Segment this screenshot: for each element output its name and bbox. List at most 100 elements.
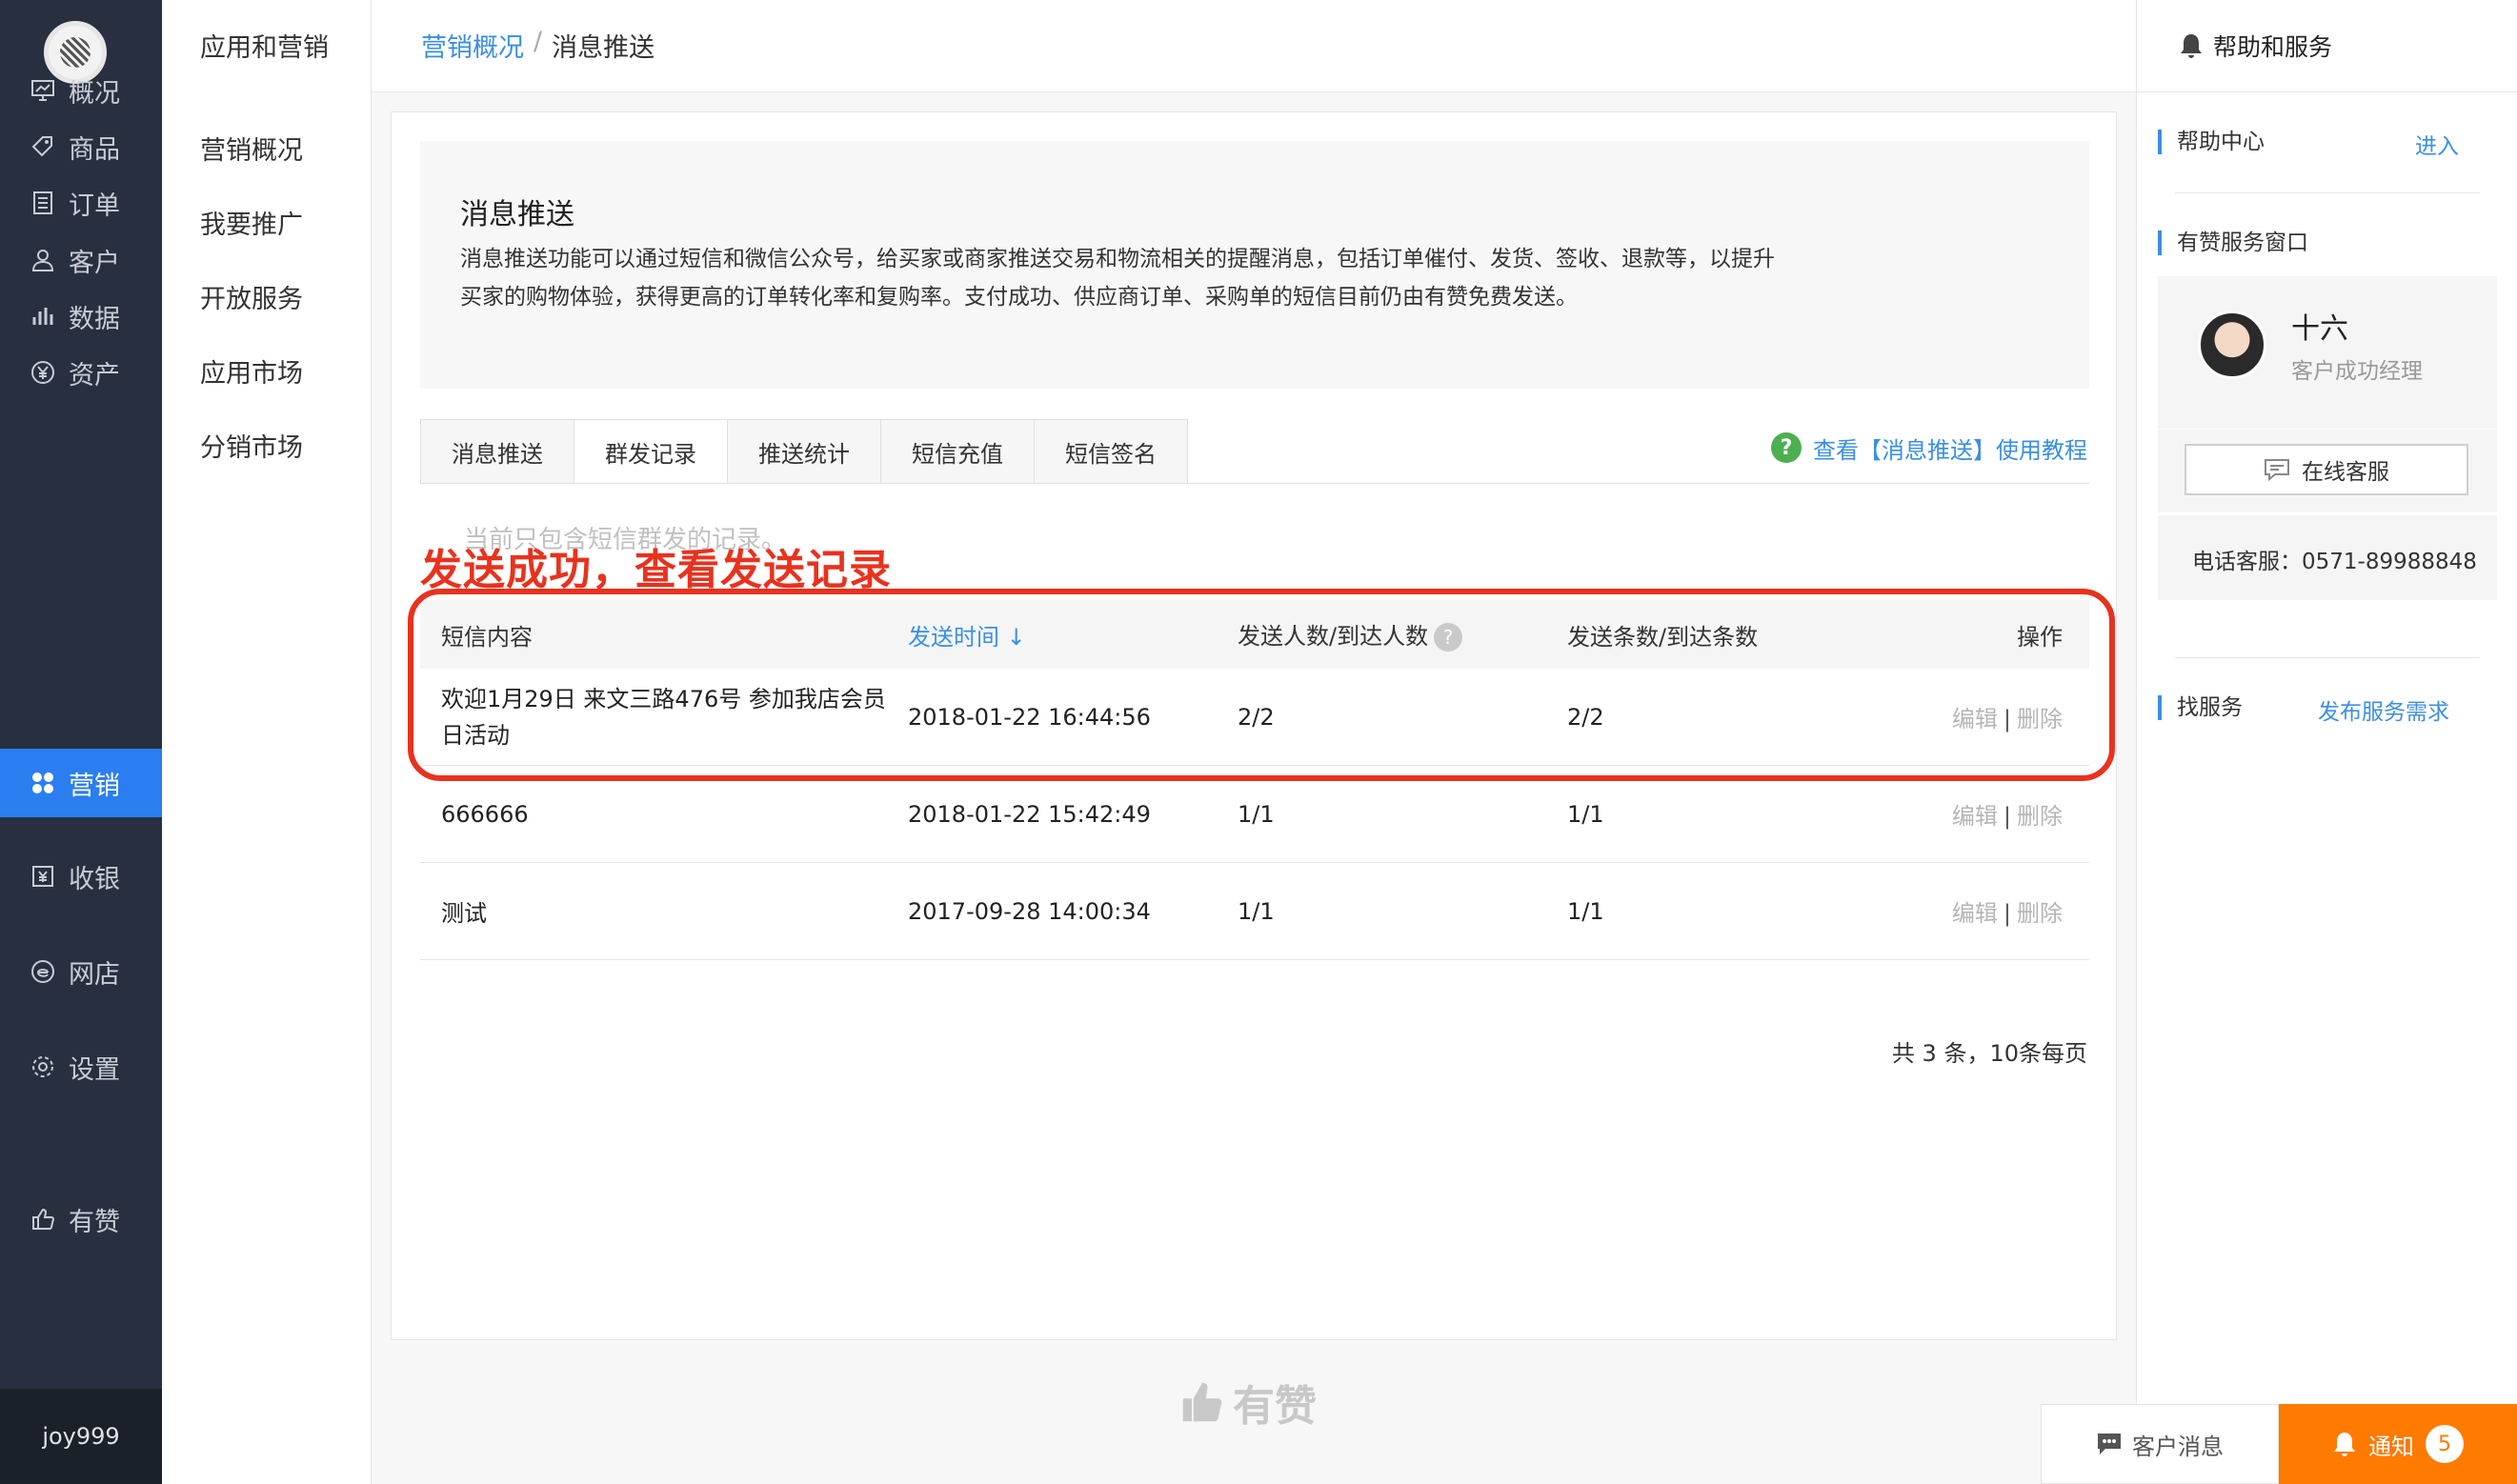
manager-name: 十六: [2291, 312, 2348, 346]
intro-panel: 消息推送 消息推送功能可以通过短信和微信公众号，给买家或商家推送交易和物流相关的…: [420, 141, 2089, 389]
subnav-item-distribution[interactable]: 分销市场: [200, 427, 303, 464]
footer-logo: 有赞: [1179, 1372, 1317, 1433]
sub-sidebar-title: 应用和营销: [200, 33, 329, 63]
manager-role: 客户成功经理: [2291, 359, 2423, 384]
breadcrumb-parent-link[interactable]: 营销概况: [421, 27, 524, 64]
sidebar-item-label: 收银: [69, 864, 120, 894]
delete-link[interactable]: 删除: [2017, 803, 2063, 830]
online-service-button[interactable]: 在线客服: [2185, 444, 2468, 495]
sidebar-item-label: 设置: [69, 1054, 120, 1085]
cell-people: 1/1: [1238, 800, 1275, 828]
marketing-icon: [29, 769, 57, 797]
cell-content: 测试: [441, 900, 487, 927]
top-header: 营销概况 / 消息推送: [372, 0, 2136, 92]
service-window-title: 有赞服务窗口: [2158, 231, 2308, 255]
sidebar-item-settings[interactable]: 设置: [0, 1033, 162, 1101]
subnav-item-promote[interactable]: 我要推广: [200, 204, 303, 241]
sidebar-item-label: 概况: [69, 78, 120, 109]
sidebar-item-label: 网店: [69, 959, 120, 990]
cell-people: 1/1: [1238, 897, 1275, 925]
sidebar-item-label: 商品: [69, 134, 120, 165]
bell-icon: [2181, 34, 2202, 58]
cell-count: 1/1: [1567, 800, 1604, 828]
cell-ops: 编辑 | 删除: [1948, 797, 2089, 831]
thumb-logo-icon: [1182, 1382, 1222, 1422]
sub-sidebar: 应用和营销 营销概况 我要推广 开放服务 应用市场 分销市场: [162, 0, 372, 1484]
tab-sms-recharge[interactable]: 短信充值: [880, 419, 1034, 484]
chart-icon: [29, 302, 57, 331]
service-manager-card: 十六 客户成功经理 在线客服 电话客服：0571-89988848: [2158, 276, 2497, 600]
cell-content: 666666: [441, 800, 529, 828]
tutorial-link-label: 查看【消息推送】使用教程: [1813, 436, 2087, 464]
pagination-summary: 共 3 条，10条每页: [1891, 1040, 2087, 1067]
customer-messages-button[interactable]: 客户消息: [2041, 1404, 2279, 1484]
tab-bar: 消息推送 群发记录 推送统计 短信充值 短信签名: [420, 419, 1188, 484]
divider: [2175, 192, 2480, 193]
order-icon: [29, 189, 57, 217]
subnav-item-app-market[interactable]: 应用市场: [200, 352, 303, 390]
help-panel-header: 帮助和服务: [2137, 0, 2517, 92]
breadcrumb: 营销概况 / 消息推送: [421, 27, 654, 64]
tag-icon: [29, 132, 57, 161]
notification-count-badge: 5: [2426, 1425, 2464, 1463]
post-service-need-link[interactable]: 发布服务需求: [2318, 693, 2449, 726]
annotation-text: 发送成功，查看发送记录: [420, 546, 892, 594]
breadcrumb-current: 消息推送: [552, 33, 655, 63]
customer-messages-label: 客户消息: [2132, 1433, 2224, 1460]
help-center-enter-link[interactable]: 进入: [2415, 128, 2459, 160]
overview-icon: [29, 76, 57, 105]
divider: [2158, 429, 2497, 430]
tab-sms-signature[interactable]: 短信签名: [1034, 419, 1188, 484]
tutorial-link[interactable]: ? 查看【消息推送】使用教程: [1771, 427, 2087, 469]
help-center-title: 帮助中心: [2158, 130, 2265, 154]
cell-count: 1/1: [1567, 897, 1604, 925]
op-separator: |: [2003, 900, 2011, 927]
sidebar-item-assets[interactable]: 资产: [0, 338, 162, 407]
tab-bulk-records[interactable]: 群发记录: [574, 419, 727, 484]
delete-link[interactable]: 删除: [2017, 900, 2063, 927]
avatar: [2198, 311, 2266, 379]
sidebar-item-label: 资产: [69, 360, 120, 391]
tab-message-push[interactable]: 消息推送: [420, 419, 574, 484]
intro-title: 消息推送: [460, 198, 574, 231]
subnav-item-overview[interactable]: 营销概况: [200, 130, 303, 167]
notifications-label: 通知: [2368, 1433, 2414, 1460]
chat-icon: [2265, 459, 2289, 481]
op-separator: |: [2003, 803, 2011, 830]
thumb-icon: [29, 1205, 57, 1233]
bell-icon: [2334, 1433, 2355, 1456]
divider: [2158, 512, 2497, 515]
sidebar-item-shop[interactable]: 网店: [0, 937, 162, 1006]
help-panel: 帮助和服务 帮助中心 进入 有赞服务窗口 十六 客户成功经理 在线客服 电话客服…: [2136, 0, 2517, 1484]
divider: [2175, 657, 2480, 658]
sidebar-item-label: 营销: [69, 771, 120, 801]
online-service-label: 在线客服: [2302, 460, 2389, 485]
bottom-bar: 客户消息 通知 5: [2041, 1404, 2517, 1484]
sidebar-item-marketing[interactable]: 营销: [0, 749, 162, 817]
edit-link[interactable]: 编辑: [1952, 900, 1998, 927]
message-icon: [2098, 1434, 2121, 1454]
tab-push-stats[interactable]: 推送统计: [727, 419, 880, 484]
cell-ops: 编辑 | 删除: [1948, 894, 2089, 928]
sidebar-item-label: 客户: [69, 248, 120, 278]
shop-icon: [29, 957, 57, 986]
notifications-button[interactable]: 通知 5: [2279, 1404, 2517, 1484]
subnav-item-open-service[interactable]: 开放服务: [200, 278, 303, 315]
table-row: 测试 2017-09-28 14:00:34 1/1 1/1 编辑 | 删除: [420, 863, 2089, 960]
phone-service: 电话客服：0571-89988848: [2192, 550, 2477, 574]
help-panel-title: 帮助和服务: [2213, 33, 2333, 61]
cell-time: 2018-01-22 15:42:49: [908, 800, 1151, 828]
sidebar-item-label: 订单: [69, 191, 120, 221]
gear-icon: [29, 1053, 57, 1081]
footer-logo-text: 有赞: [1233, 1382, 1317, 1431]
tab-divider: [420, 483, 2089, 484]
help-icon: ?: [1771, 432, 1802, 463]
sidebar-item-youzan[interactable]: 有赞: [0, 1185, 162, 1253]
edit-link[interactable]: 编辑: [1952, 803, 1998, 830]
main-sidebar: 概况 商品 订单 客户 数据 资产 营销 收银 网店 设置 有赞 joy999: [0, 0, 162, 1484]
sidebar-item-cashier[interactable]: 收银: [0, 842, 162, 911]
intro-text: 消息推送功能可以通过短信和微信公众号，给买家或商家推送交易和物流相关的提醒消息，…: [460, 247, 1775, 310]
cashier-icon: [29, 862, 57, 891]
current-user[interactable]: joy999: [0, 1389, 162, 1484]
cell-time: 2017-09-28 14:00:34: [908, 897, 1151, 925]
